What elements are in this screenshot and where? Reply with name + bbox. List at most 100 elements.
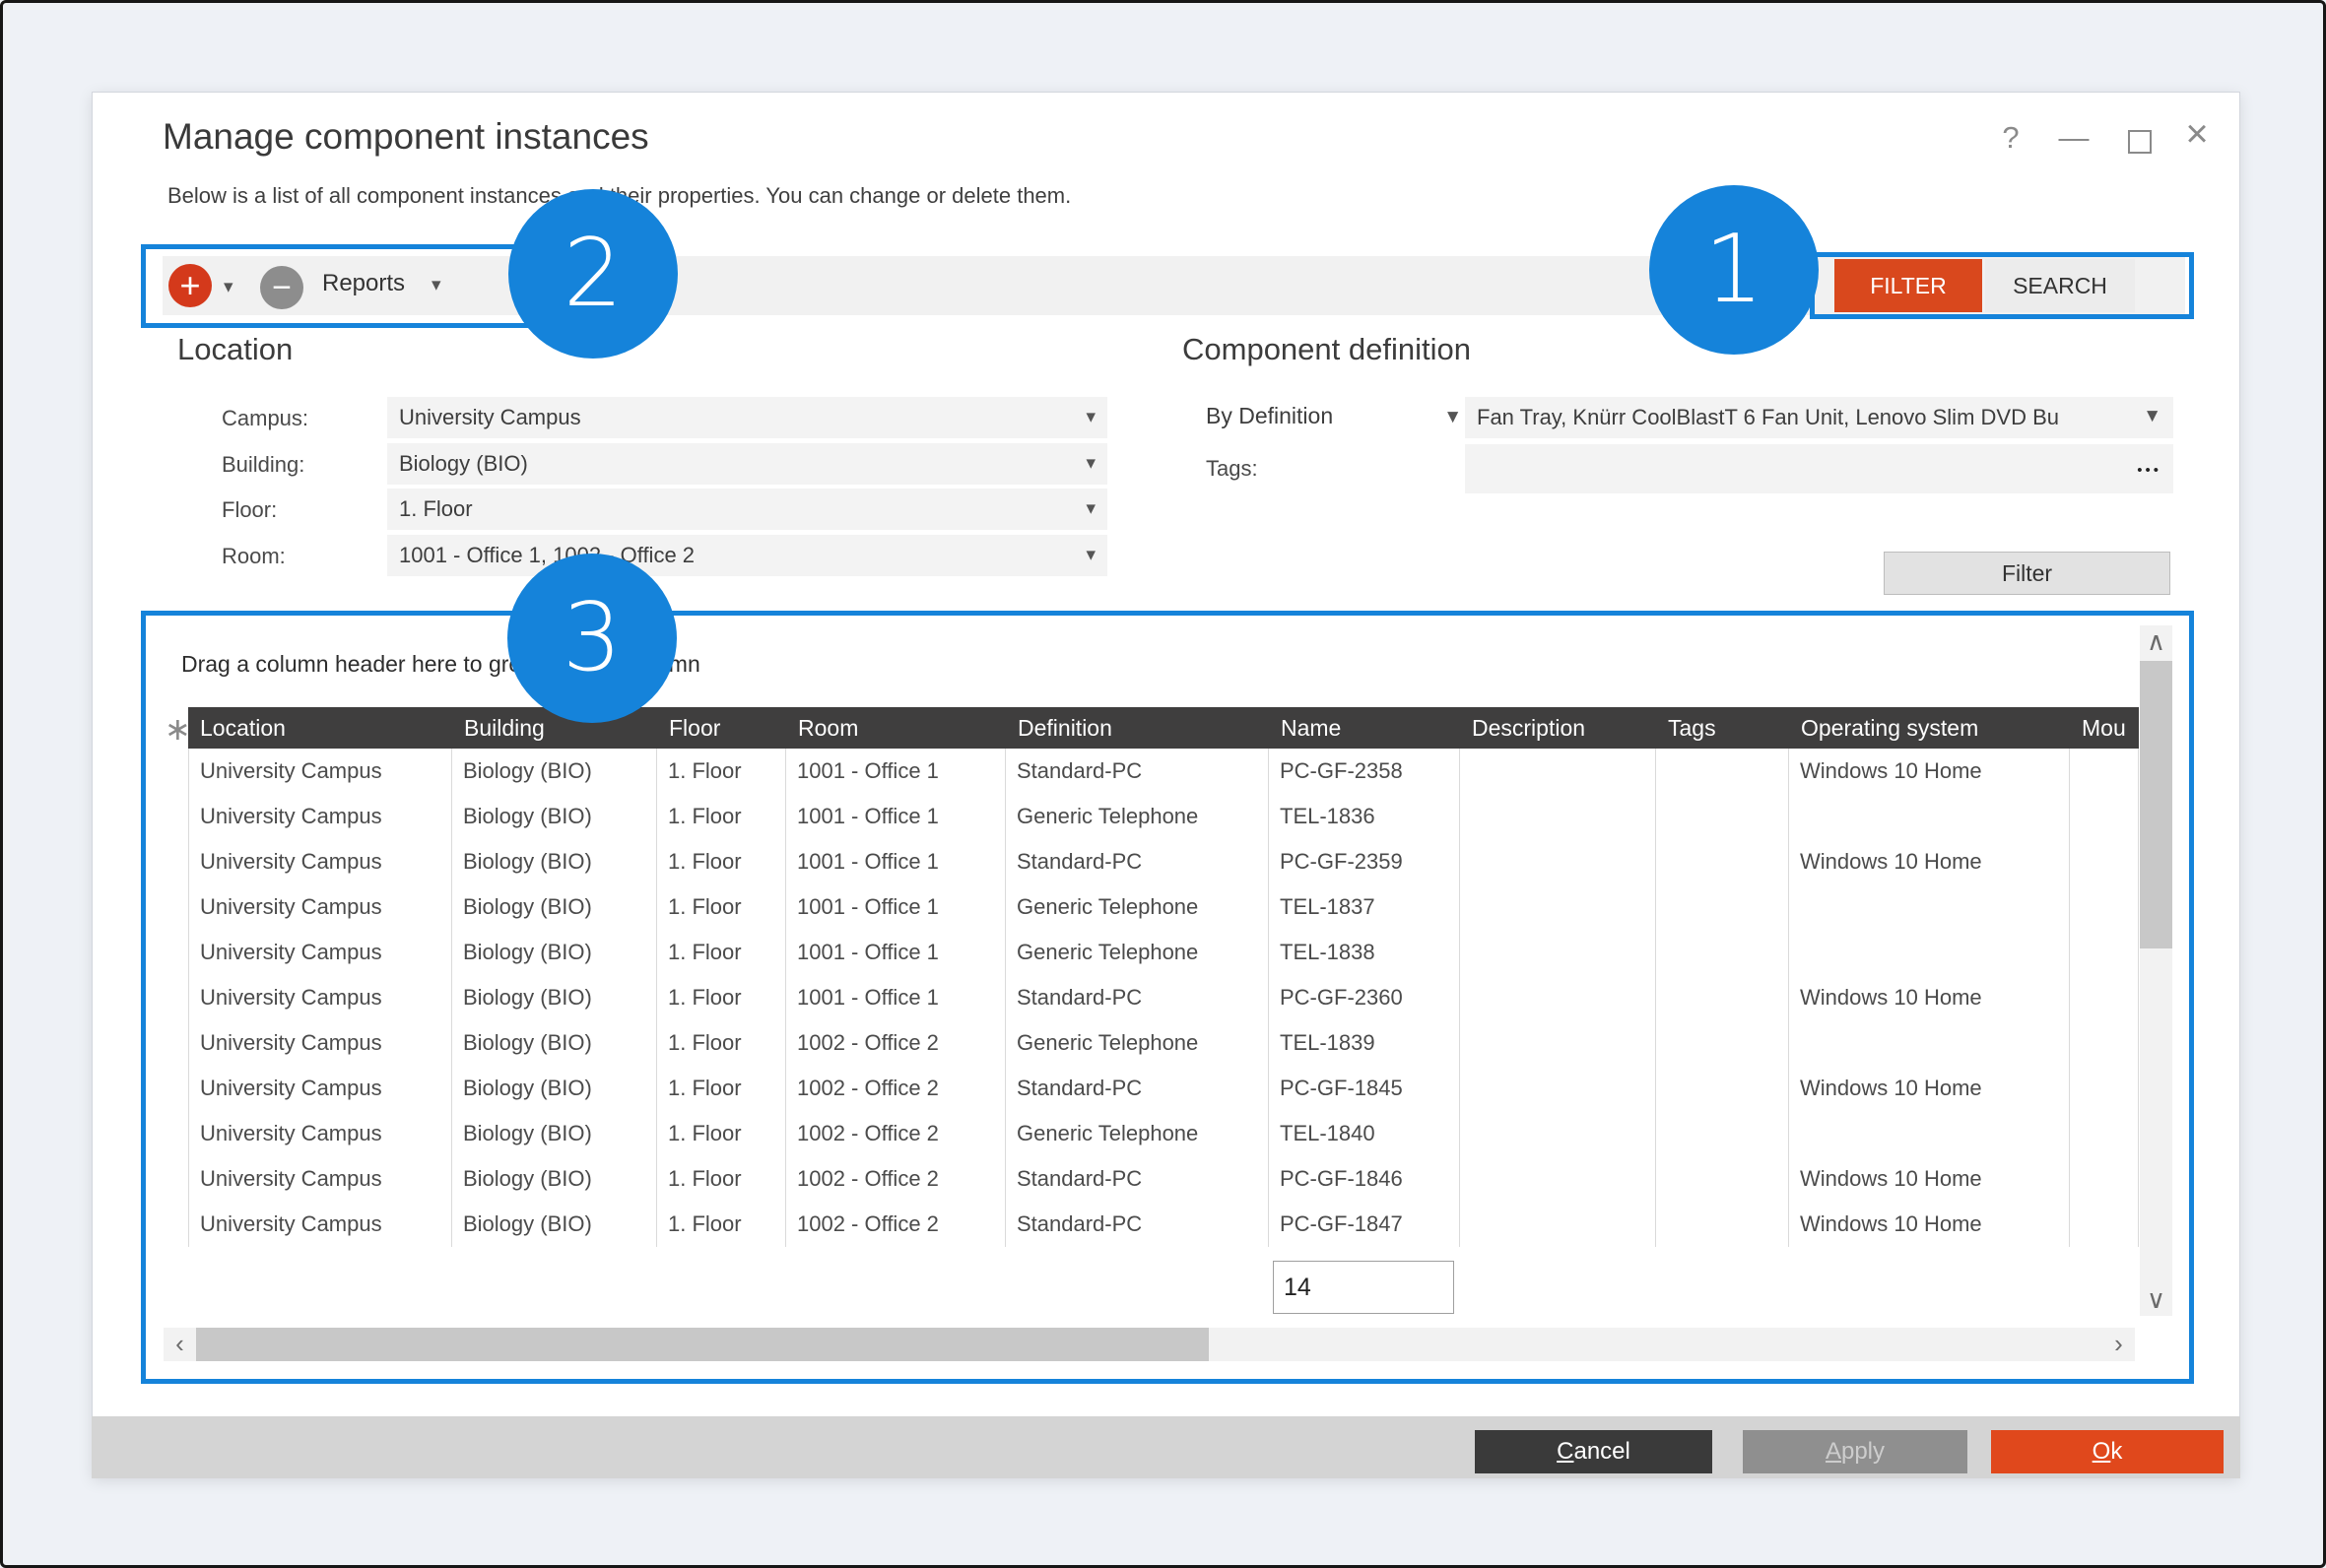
column-header[interactable]: Location (188, 707, 452, 749)
column-header[interactable]: Mou (2070, 707, 2139, 749)
ellipsis-icon[interactable]: ••• (2137, 462, 2161, 479)
add-button[interactable]: + (168, 264, 212, 307)
apply-label: Apply (1826, 1438, 1885, 1466)
room-label: Room: (222, 544, 286, 569)
search-tab[interactable]: SEARCH (1985, 259, 2135, 312)
table-cell: PC-GF-2359 (1269, 839, 1460, 884)
table-row[interactable]: University CampusBiology (BIO)1. Floor10… (188, 749, 2139, 794)
name-filter-input[interactable]: 14 (1273, 1261, 1454, 1314)
table-cell (1656, 930, 1789, 975)
row-indicator-icon: ∗ (165, 710, 191, 748)
column-header[interactable]: Operating system (1789, 707, 2070, 749)
campus-select[interactable]: University Campus ▾ (387, 397, 1107, 438)
floor-select[interactable]: 1. Floor ▾ (387, 489, 1107, 530)
table-row[interactable]: University CampusBiology (BIO)1. Floor10… (188, 1020, 2139, 1066)
table-cell (2070, 1020, 2139, 1066)
column-header[interactable]: Tags (1656, 707, 1789, 749)
table-cell (1460, 1066, 1656, 1111)
table-cell: PC-GF-1845 (1269, 1066, 1460, 1111)
table-cell: TEL-1838 (1269, 930, 1460, 975)
definition-value: Fan Tray, Knürr CoolBlastT 6 Fan Unit, L… (1477, 405, 2059, 430)
table-cell: Biology (BIO) (452, 930, 657, 975)
table-cell (2070, 749, 2139, 794)
table-cell: Biology (BIO) (452, 794, 657, 839)
scroll-right-icon[interactable]: › (2102, 1328, 2135, 1360)
column-header[interactable]: Room (786, 707, 1006, 749)
filter-tab[interactable]: FILTER (1834, 259, 1982, 312)
table-cell: University Campus (188, 1020, 452, 1066)
table-row[interactable]: University CampusBiology (BIO)1. Floor10… (188, 794, 2139, 839)
callout-badge-1: 1 (1649, 185, 1819, 355)
cancel-button[interactable]: Cancel (1475, 1430, 1712, 1473)
filter-button[interactable]: Filter (1884, 552, 2170, 595)
vertical-scrollbar[interactable]: ∧ ∨ (2140, 625, 2172, 1316)
table-cell: 1002 - Office 2 (786, 1202, 1006, 1247)
by-definition-select[interactable]: By Definition ▼ (1206, 403, 1462, 436)
add-dropdown-caret-icon[interactable]: ▾ (224, 276, 233, 298)
table-cell (2070, 839, 2139, 884)
table-cell: 1. Floor (657, 1111, 786, 1156)
column-header[interactable]: Description (1460, 707, 1656, 749)
building-label: Building: (222, 452, 304, 478)
table-row[interactable]: University CampusBiology (BIO)1. Floor10… (188, 1111, 2139, 1156)
table-cell (1460, 1202, 1656, 1247)
definition-combo[interactable]: Fan Tray, Knürr CoolBlastT 6 Fan Unit, L… (1465, 397, 2173, 438)
table-row[interactable]: University CampusBiology (BIO)1. Floor10… (188, 1202, 2139, 1247)
table-cell (1460, 1111, 1656, 1156)
table-cell: Windows 10 Home (1789, 1066, 2070, 1111)
column-header[interactable]: Floor (657, 707, 786, 749)
table-cell: Biology (BIO) (452, 1202, 657, 1247)
reports-menu[interactable]: Reports (322, 270, 405, 297)
table-cell: Standard-PC (1006, 749, 1269, 794)
help-icon[interactable]: ? (1989, 120, 2032, 156)
by-definition-label: By Definition (1206, 403, 1333, 428)
apply-button[interactable]: Apply (1743, 1430, 1967, 1473)
table-body: University CampusBiology (BIO)1. Floor10… (188, 749, 2139, 1247)
column-header[interactable]: Name (1269, 707, 1460, 749)
chevron-down-icon: ▾ (1086, 406, 1096, 428)
table-cell: Windows 10 Home (1789, 839, 2070, 884)
table-cell: Windows 10 Home (1789, 749, 2070, 794)
table-cell (1789, 794, 2070, 839)
table-cell: 1. Floor (657, 839, 786, 884)
table-cell: 1. Floor (657, 884, 786, 930)
vertical-scroll-thumb[interactable] (2140, 661, 2172, 948)
table-cell: Standard-PC (1006, 839, 1269, 884)
building-select[interactable]: Biology (BIO) ▾ (387, 443, 1107, 485)
table-cell (1656, 1020, 1789, 1066)
horizontal-scrollbar[interactable]: ‹ › (164, 1328, 2135, 1361)
table-cell (1656, 1066, 1789, 1111)
table-cell (1460, 1156, 1656, 1202)
dialog-footer: Cancel Apply Ok (92, 1416, 2240, 1478)
maximize-icon[interactable] (2128, 130, 2152, 154)
column-header[interactable]: Definition (1006, 707, 1269, 749)
horizontal-scroll-thumb[interactable] (196, 1328, 1209, 1361)
table-cell: Generic Telephone (1006, 884, 1269, 930)
table-cell: Biology (BIO) (452, 839, 657, 884)
remove-button[interactable]: − (260, 266, 303, 309)
table-cell: Biology (BIO) (452, 1111, 657, 1156)
ok-button[interactable]: Ok (1991, 1430, 2224, 1473)
room-select[interactable]: 1001 - Office 1, 1002 - Office 2 ▾ (387, 535, 1107, 576)
table-row[interactable]: University CampusBiology (BIO)1. Floor10… (188, 975, 2139, 1020)
chevron-down-icon: ▾ (1086, 497, 1096, 520)
scroll-up-icon[interactable]: ∧ (2140, 625, 2172, 658)
table-cell: Standard-PC (1006, 975, 1269, 1020)
floor-value: 1. Floor (399, 496, 473, 522)
campus-label: Campus: (222, 406, 308, 431)
table-row[interactable]: University CampusBiology (BIO)1. Floor10… (188, 884, 2139, 930)
close-icon[interactable]: × (2175, 112, 2219, 157)
table-cell: University Campus (188, 1111, 452, 1156)
minimize-icon[interactable]: — (2052, 120, 2095, 156)
scroll-down-icon[interactable]: ∨ (2140, 1283, 2172, 1316)
table-cell: TEL-1837 (1269, 884, 1460, 930)
chevron-down-icon: ▼ (1443, 407, 1462, 428)
table-cell: 1002 - Office 2 (786, 1020, 1006, 1066)
table-row[interactable]: University CampusBiology (BIO)1. Floor10… (188, 1156, 2139, 1202)
table-cell: 1. Floor (657, 1156, 786, 1202)
tags-field[interactable]: ••• (1465, 444, 2173, 493)
table-row[interactable]: University CampusBiology (BIO)1. Floor10… (188, 930, 2139, 975)
scroll-left-icon[interactable]: ‹ (164, 1328, 196, 1360)
table-row[interactable]: University CampusBiology (BIO)1. Floor10… (188, 1066, 2139, 1111)
table-row[interactable]: University CampusBiology (BIO)1. Floor10… (188, 839, 2139, 884)
